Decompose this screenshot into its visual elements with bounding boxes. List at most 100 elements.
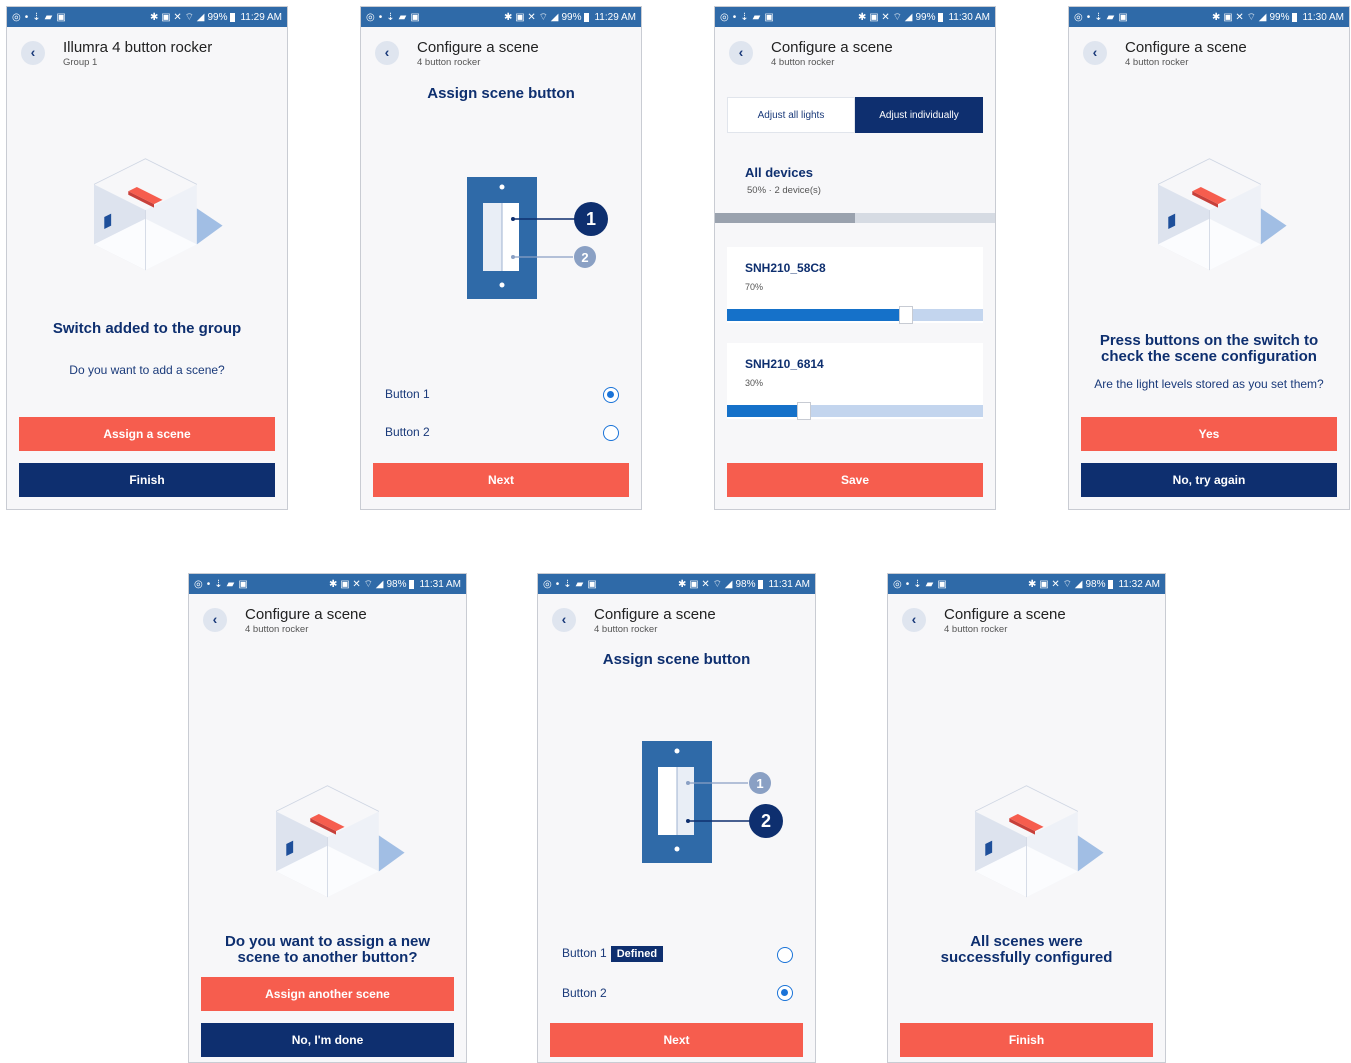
back-chevron-icon[interactable]: ‹: [375, 41, 399, 65]
status-bar: ◎ • ⇣ ▰ ▣ ✱ ▣ ✕ ⌔ ◢ 99% 11:30 AM: [1069, 7, 1349, 27]
device-percent: 30%: [745, 378, 764, 388]
device-name: SNH210_6814: [745, 357, 824, 371]
page-title: Configure a scene: [771, 39, 893, 56]
slider-thumb[interactable]: [899, 306, 914, 324]
page-title: Configure a scene: [1125, 39, 1247, 56]
battery-icon: [1292, 12, 1298, 22]
back-chevron-icon[interactable]: ‹: [552, 608, 576, 632]
battery-text: 98%: [1085, 578, 1106, 590]
battery-text: 99%: [915, 11, 936, 23]
status-icons-left: ◎ • ⇣ ▰ ▣: [194, 578, 248, 590]
page-subtitle: 4 button rocker: [245, 624, 309, 635]
tab-adjust-all-lights[interactable]: Adjust all lights: [727, 97, 855, 133]
rocker-switch-diagram: 1 2: [467, 177, 608, 299]
back-chevron-icon[interactable]: ‹: [902, 608, 926, 632]
question-text: Do you want to add a scene?: [69, 363, 225, 377]
screen-header: ‹ Configure a scene 4 button rocker: [538, 598, 815, 642]
option-button-1-label: Button 1: [385, 387, 430, 401]
radio-empty-icon[interactable]: [603, 425, 619, 441]
status-bar: ◎ • ⇣ ▰ ▣ ✱ ▣ ✕ ⌔ ◢ 98% 11:32 AM: [888, 574, 1165, 594]
tab-adjust-individually[interactable]: Adjust individually: [855, 97, 983, 133]
status-icons-left: ◎ • ⇣ ▰ ▣: [12, 11, 66, 23]
status-time: 11:29 AM: [240, 11, 282, 23]
callout-1-label: 1: [586, 209, 596, 229]
question-text: Are the light levels stored as you set t…: [1094, 377, 1324, 391]
radio-empty-icon[interactable]: [777, 947, 793, 963]
screen-header: ‹ Configure a scene 4 button rocker: [1069, 31, 1349, 75]
option-button-2-label: Button 2: [562, 986, 607, 1000]
screen-switch-added: ◎ • ⇣ ▰ ▣ ✱ ▣ ✕ ⌔ ◢ 99% 11:29 AM ‹ Illumra 4…: [6, 6, 288, 510]
page-title: Configure a scene: [594, 606, 716, 623]
screen-header: ‹ Illumra 4 button rocker Group 1: [7, 31, 287, 75]
page-subtitle: 4 button rocker: [417, 57, 481, 68]
back-chevron-icon[interactable]: ‹: [729, 41, 753, 65]
message-line-2: check the scene configuration: [1101, 348, 1317, 365]
battery-icon: [938, 12, 944, 22]
page-subtitle: Group 1: [63, 57, 98, 68]
defined-badge: Defined: [610, 946, 664, 962]
all-devices-slider[interactable]: [715, 213, 995, 223]
finish-button[interactable]: Finish: [900, 1023, 1153, 1057]
all-devices-summary: 50% · 2 device(s): [747, 185, 821, 196]
back-chevron-icon[interactable]: ‹: [21, 41, 45, 65]
all-devices-slider-fill: [715, 213, 855, 223]
status-bar: ◎ • ⇣ ▰ ▣ ✱ ▣ ✕ ⌔ ◢ 98% 11:31 AM: [538, 574, 815, 594]
message-line-2: scene to another button?: [237, 949, 418, 966]
status-time: 11:32 AM: [1118, 578, 1160, 590]
device-slider[interactable]: [727, 402, 983, 420]
yes-button[interactable]: Yes: [1081, 417, 1337, 451]
device-card: SNH210_58C8 70%: [727, 247, 983, 324]
status-icons-left: ◎ • ⇣ ▰ ▣: [543, 578, 597, 590]
device-slider-fill: [727, 405, 804, 417]
status-bar: ◎ • ⇣ ▰ ▣ ✱ ▣ ✕ ⌔ ◢ 98% 11:31 AM: [189, 574, 466, 594]
radio-selected-icon[interactable]: [777, 985, 793, 1001]
status-icons-right: ✱ ▣ ✕ ⌔ ◢ 99% 11:30 AM: [858, 11, 990, 23]
back-chevron-icon[interactable]: ‹: [1083, 41, 1107, 65]
save-button[interactable]: Save: [727, 463, 983, 497]
screen-all-configured: ◎ • ⇣ ▰ ▣ ✱ ▣ ✕ ⌔ ◢ 98% 11:32 AM ‹ Configure…: [887, 573, 1166, 1063]
status-time: 11:31 AM: [419, 578, 461, 590]
slider-thumb[interactable]: [796, 402, 811, 420]
battery-text: 99%: [207, 11, 228, 23]
screen-assign-button-1: ◎ • ⇣ ▰ ▣ ✱ ▣ ✕ ⌔ ◢ 99% 11:29 AM ‹ Configure…: [360, 6, 642, 510]
screen-header: ‹ Configure a scene 4 button rocker: [888, 598, 1165, 642]
assign-scene-button[interactable]: Assign a scene: [19, 417, 275, 451]
done-button[interactable]: No, I'm done: [201, 1023, 454, 1057]
screen-header: ‹ Configure a scene 4 button rocker: [189, 598, 466, 642]
page-subtitle: 4 button rocker: [1125, 57, 1189, 68]
page-title: Configure a scene: [245, 606, 367, 623]
section-heading: Assign scene button: [427, 85, 575, 102]
status-icons-left: ◎ • ⇣ ▰ ▣: [893, 578, 947, 590]
room-illustration: [275, 785, 405, 898]
device-slider[interactable]: [727, 306, 983, 324]
next-button[interactable]: Next: [550, 1023, 803, 1057]
battery-text: 98%: [735, 578, 756, 590]
page-subtitle: 4 button rocker: [944, 624, 1008, 635]
section-heading: Assign scene button: [602, 651, 751, 668]
status-time: 11:29 AM: [594, 11, 636, 23]
callout-2-label: 2: [581, 250, 588, 265]
next-button[interactable]: Next: [373, 463, 629, 497]
screen-header: ‹ Configure a scene 4 button rocker: [361, 31, 641, 75]
callout-1-label: 1: [756, 776, 763, 791]
battery-icon: [1108, 579, 1114, 589]
message-text: Switch added to the group: [52, 320, 242, 337]
battery-text: 99%: [1269, 11, 1290, 23]
status-icons-right: ✱ ▣ ✕ ⌔ ◢ 99% 11:29 AM: [150, 11, 282, 23]
device-card: SNH210_6814 30%: [727, 343, 983, 420]
page-subtitle: 4 button rocker: [771, 57, 835, 68]
radio-selected-icon[interactable]: [603, 387, 619, 403]
option-button-1-label: Button 1: [562, 946, 607, 960]
assign-another-scene-button[interactable]: Assign another scene: [201, 977, 454, 1011]
device-percent: 70%: [745, 282, 764, 292]
status-bar: ◎ • ⇣ ▰ ▣ ✱ ▣ ✕ ⌔ ◢ 99% 11:29 AM: [7, 7, 287, 27]
screen-check-configuration: ◎ • ⇣ ▰ ▣ ✱ ▣ ✕ ⌔ ◢ 99% 11:30 AM ‹ Configure…: [1068, 6, 1350, 510]
try-again-button[interactable]: No, try again: [1081, 463, 1337, 497]
room-illustration: [974, 785, 1104, 898]
status-time: 11:30 AM: [1302, 11, 1344, 23]
battery-icon: [758, 579, 764, 589]
back-chevron-icon[interactable]: ‹: [203, 608, 227, 632]
finish-button[interactable]: Finish: [19, 463, 275, 497]
device-name: SNH210_58C8: [745, 261, 826, 275]
status-icons-right: ✱ ▣ ✕ ⌔ ◢ 99% 11:29 AM: [504, 11, 636, 23]
